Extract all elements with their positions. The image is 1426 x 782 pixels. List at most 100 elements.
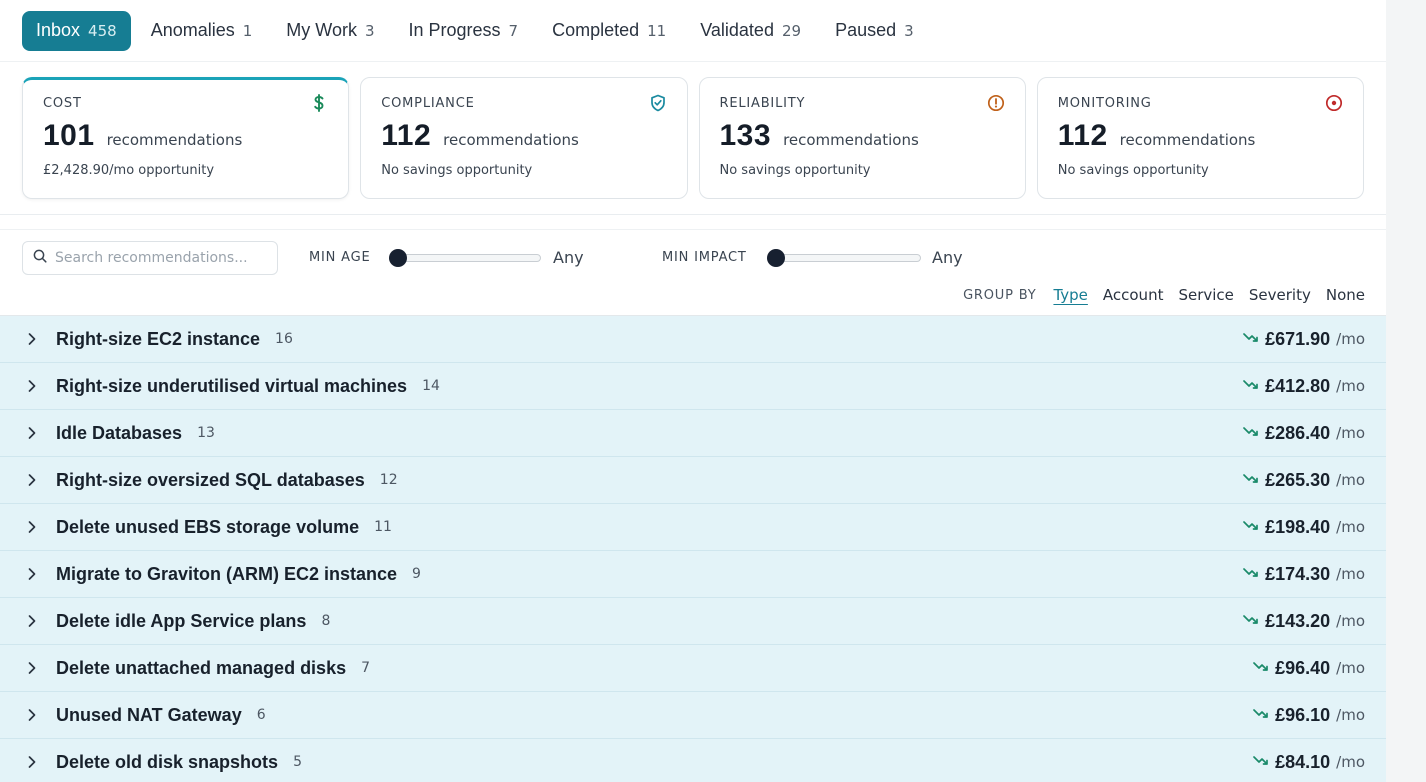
- chevron-right-icon[interactable]: [24, 566, 40, 582]
- group-row[interactable]: Delete old disk snapshots 5 £84.10 /mo: [0, 739, 1386, 782]
- card-count: 101: [43, 119, 95, 152]
- group-savings: £96.40: [1275, 657, 1331, 678]
- tab-completed[interactable]: Completed 11: [538, 11, 680, 51]
- group-by-account[interactable]: Account: [1103, 286, 1164, 304]
- savings-period: /mo: [1336, 612, 1365, 630]
- search-box[interactable]: [22, 241, 278, 275]
- group-row[interactable]: Right-size oversized SQL databases 12 £2…: [0, 457, 1386, 504]
- tab-my-work[interactable]: My Work 3: [272, 11, 388, 51]
- card-opportunity: No savings opportunity: [381, 163, 533, 178]
- group-count: 14: [422, 378, 440, 394]
- status-tabs: Inbox 458 Anomalies 1 My Work 3 In Progr…: [0, 0, 1386, 62]
- group-row[interactable]: Delete unused EBS storage volume 11 £198…: [0, 504, 1386, 551]
- card-monitoring[interactable]: MONITORING 112 recommendations No saving…: [1036, 77, 1364, 199]
- group-count: 6: [256, 707, 266, 723]
- group-row[interactable]: Delete unattached managed disks 7 £96.40…: [0, 645, 1386, 692]
- group-count: 9: [412, 566, 421, 582]
- tab-validated[interactable]: Validated 29: [686, 11, 815, 51]
- group-savings: £143.20: [1265, 610, 1331, 631]
- trend-down-icon: [1243, 518, 1265, 536]
- group-count: 12: [379, 472, 398, 488]
- chevron-right-icon[interactable]: [24, 378, 40, 394]
- filter-bar: MIN AGE Any MIN IMPACT Any GROUP BY Type…: [0, 230, 1386, 316]
- tab-label: Inbox: [36, 20, 81, 40]
- card-unit: recommendations: [783, 131, 919, 149]
- group-row[interactable]: Right-size EC2 instance 16 £671.90 /mo: [0, 316, 1386, 363]
- tab-label: Paused: [835, 20, 897, 40]
- tab-in-progress[interactable]: In Progress 7: [395, 11, 533, 51]
- card-compliance[interactable]: COMPLIANCE 112 recommendations No saving…: [360, 77, 688, 199]
- chevron-right-icon[interactable]: [24, 707, 40, 723]
- chevron-right-icon[interactable]: [24, 425, 40, 441]
- group-count: 7: [361, 660, 371, 676]
- search-input[interactable]: [55, 250, 255, 266]
- section-divider: [0, 215, 1386, 230]
- search-icon: [33, 249, 47, 268]
- savings-period: /mo: [1336, 706, 1365, 724]
- group-title: Delete unattached managed disks: [56, 657, 347, 678]
- group-by-severity[interactable]: Severity: [1249, 286, 1311, 304]
- chevron-right-icon[interactable]: [24, 613, 40, 629]
- tab-paused[interactable]: Paused 3: [821, 11, 928, 51]
- group-title: Unused NAT Gateway: [56, 704, 242, 725]
- group-by-service[interactable]: Service: [1178, 286, 1233, 304]
- group-savings: £84.10: [1275, 751, 1331, 772]
- savings-period: /mo: [1336, 659, 1365, 677]
- group-row[interactable]: Delete idle App Service plans 8 £143.20 …: [0, 598, 1386, 645]
- card-unit: recommendations: [1119, 131, 1256, 149]
- savings-period: /mo: [1336, 753, 1365, 771]
- card-count: 112: [381, 119, 432, 152]
- min-age-value: Any: [553, 248, 584, 267]
- tab-label: Anomalies: [150, 20, 235, 40]
- savings-period: /mo: [1336, 424, 1365, 442]
- chevron-right-icon[interactable]: [24, 519, 40, 535]
- chevron-right-icon[interactable]: [24, 472, 40, 488]
- slider-handle[interactable]: [389, 249, 407, 267]
- chevron-right-icon[interactable]: [24, 660, 40, 676]
- group-count: 8: [321, 613, 331, 629]
- trend-down-icon: [1253, 753, 1275, 771]
- card-title: RELIABILITY: [719, 95, 806, 111]
- trend-down-icon: [1253, 706, 1275, 724]
- group-by-none[interactable]: None: [1326, 286, 1365, 304]
- group-savings: £286.40: [1265, 422, 1331, 443]
- trend-down-icon: [1243, 471, 1265, 489]
- tab-inbox[interactable]: Inbox 458: [22, 10, 131, 51]
- tab-count: 458: [88, 21, 117, 40]
- group-savings: £198.40: [1265, 516, 1331, 537]
- trend-down-icon: [1243, 377, 1265, 395]
- shield-check-icon: [649, 94, 667, 112]
- group-row[interactable]: Unused NAT Gateway 6 £96.10 /mo: [0, 692, 1386, 739]
- min-impact-slider[interactable]: [767, 249, 921, 267]
- card-cost[interactable]: COST 101 recommendations £2,428.90/mo op…: [22, 77, 350, 199]
- min-age-slider[interactable]: [389, 249, 541, 267]
- dollar-icon: [310, 94, 328, 112]
- tab-count: 1: [242, 21, 253, 40]
- card-count: 112: [1057, 119, 1108, 152]
- tab-label: Validated: [700, 20, 774, 40]
- group-title: Right-size underutilised virtual machine…: [56, 375, 408, 396]
- savings-period: /mo: [1336, 377, 1365, 395]
- recommendation-group-list: Right-size EC2 instance 16 £671.90 /mo R…: [0, 316, 1386, 782]
- savings-period: /mo: [1336, 471, 1365, 489]
- recommendations-panel: Inbox 458 Anomalies 1 My Work 3 In Progr…: [0, 0, 1386, 782]
- card-reliability[interactable]: RELIABILITY 133 recommendations No savin…: [698, 77, 1026, 199]
- group-title: Idle Databases: [56, 422, 183, 443]
- card-opportunity: No savings opportunity: [1057, 163, 1209, 178]
- chevron-right-icon[interactable]: [24, 754, 40, 770]
- slider-handle[interactable]: [767, 249, 785, 267]
- tab-anomalies[interactable]: Anomalies 1: [137, 11, 267, 51]
- chevron-right-icon[interactable]: [24, 331, 40, 347]
- min-age-label: MIN AGE: [309, 250, 371, 265]
- group-row[interactable]: Idle Databases 13 £286.40 /mo: [0, 410, 1386, 457]
- group-title: Right-size oversized SQL databases: [56, 469, 365, 490]
- group-row[interactable]: Right-size underutilised virtual machine…: [0, 363, 1386, 410]
- card-count: 133: [719, 119, 772, 152]
- tab-label: My Work: [286, 20, 357, 40]
- group-title: Delete old disk snapshots: [56, 751, 279, 772]
- group-row[interactable]: Migrate to Graviton (ARM) EC2 instance 9…: [0, 551, 1386, 598]
- savings-period: /mo: [1336, 518, 1365, 536]
- tab-count: 3: [904, 21, 914, 40]
- group-count: 5: [293, 754, 302, 770]
- group-by-type[interactable]: Type: [1053, 286, 1087, 304]
